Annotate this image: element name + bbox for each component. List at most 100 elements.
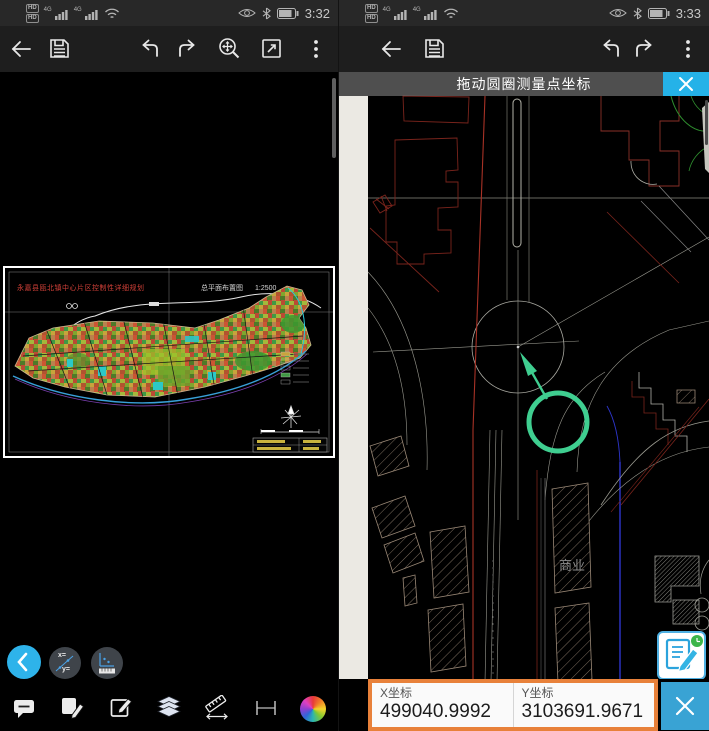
distance-tool-button[interactable] [252, 695, 280, 723]
redo-button[interactable] [175, 36, 201, 62]
top-toolbar [0, 26, 338, 72]
layers-icon [156, 695, 182, 721]
measure-hint-banner: 拖动圆圈测量点坐标 [339, 72, 709, 96]
fullscreen-icon [259, 36, 285, 62]
edit-tool-button[interactable] [107, 695, 135, 723]
scrollbar[interactable] [705, 100, 708, 145]
wifi-icon [443, 7, 459, 19]
collapse-panel-button[interactable] [7, 645, 41, 679]
network-type-label: 4G [44, 7, 52, 13]
status-bar: HD HD 4G 4G 3:33 [339, 0, 709, 26]
overflow-menu-button[interactable] [303, 36, 329, 62]
signal-bars-icon [54, 7, 69, 20]
undo-button[interactable] [137, 36, 163, 62]
comment-tool-button[interactable] [10, 695, 38, 723]
bluetooth-icon [262, 7, 271, 20]
hd-badge-icon: HD HD [26, 4, 39, 23]
undo-icon [137, 36, 163, 62]
network-type-label: 4G [74, 7, 82, 13]
note-tool-button[interactable] [58, 695, 86, 723]
axis-ruler-icon [91, 647, 123, 679]
measure-tool-button[interactable] [203, 695, 231, 723]
undo-button[interactable] [598, 36, 624, 62]
network-type-label: 4G [413, 7, 421, 13]
map-plan-label: 总平面布置图 [201, 283, 243, 292]
network-type-label: 4G [383, 7, 391, 13]
zone-label: 商业 [559, 558, 585, 573]
close-icon [663, 72, 709, 96]
chevron-left-icon [7, 645, 41, 679]
status-bar: HD HD 4G 4G 3:32 [0, 0, 338, 26]
hd-badge: HD [26, 14, 39, 23]
redo-icon [175, 36, 201, 62]
span-distance-icon [253, 695, 279, 721]
eye-comfort-icon [238, 7, 256, 19]
note-pencil-badge-icon [659, 633, 704, 678]
bluetooth-icon [633, 7, 642, 20]
redo-button[interactable] [632, 36, 658, 62]
ruler-measure-icon [204, 695, 230, 721]
map-scale-label: 1:2500 [255, 285, 277, 292]
cad-canvas-overview[interactable]: 永嘉县瓯北镇中心片区控制性详细规划 总平面布置图 1:2500 [0, 72, 338, 686]
layers-button[interactable] [155, 695, 183, 723]
title-block [253, 438, 327, 452]
status-left-icons: HD HD 4G 4G [26, 4, 120, 23]
annotation-note-button[interactable] [657, 631, 706, 680]
signal-bars-icon [423, 7, 438, 20]
banner-close-button[interactable] [663, 72, 709, 96]
battery-icon [648, 8, 670, 19]
measure-close-button[interactable] [661, 682, 709, 730]
color-picker-button[interactable] [300, 695, 328, 723]
redo-icon [632, 36, 658, 62]
y-coordinate-cell: Y坐标 3103691.9671 [513, 683, 655, 727]
signal-bars-icon [84, 7, 99, 20]
save-icon [422, 36, 448, 62]
status-right-icons: 3:32 [238, 6, 330, 21]
clock: 3:33 [676, 6, 701, 21]
cad-drawing[interactable]: 商业 [339, 0, 709, 731]
kebab-menu-icon [675, 36, 701, 62]
map-title: 永嘉县瓯北镇中心片区控制性详细规划 [17, 283, 145, 292]
save-button[interactable] [47, 36, 73, 62]
hd-badge: HD [365, 14, 378, 23]
y-coordinate-label: Y坐标 [522, 686, 655, 700]
top-toolbar [339, 26, 709, 72]
hd-badge: HD [365, 4, 378, 13]
x-coordinate-cell: X坐标 499040.9992 [372, 683, 513, 727]
measure-circle-handle[interactable] [529, 393, 587, 451]
zoom-extents-button[interactable] [217, 36, 243, 62]
banner-text: 拖动圆圈测量点坐标 [457, 74, 592, 94]
measure-arrow-icon [520, 352, 547, 399]
eye-comfort-icon [609, 7, 627, 19]
undo-icon [598, 36, 624, 62]
back-button[interactable] [378, 36, 404, 62]
signal-bars-icon [393, 7, 408, 20]
dual-screenshot: HD HD 4G 4G 3:32 [0, 0, 709, 731]
kebab-menu-icon [303, 36, 329, 62]
back-arrow-icon [8, 36, 34, 62]
back-button[interactable] [8, 36, 34, 62]
coordinate-readout-panel: X坐标 499040.9992 Y坐标 3103691.9671 [339, 679, 709, 731]
axis-measure-tool-button[interactable] [91, 647, 123, 679]
save-button[interactable] [422, 36, 448, 62]
overflow-menu-button[interactable] [675, 36, 701, 62]
x-coordinate-label: X坐标 [380, 686, 513, 700]
color-wheel-icon [300, 696, 326, 722]
coordinate-box: X坐标 499040.9992 Y坐标 3103691.9671 [368, 679, 658, 731]
y-coordinate-value: 3103691.9671 [522, 700, 655, 724]
scrollbar[interactable] [332, 78, 336, 158]
coordinate-tool-button[interactable]: x= y= [49, 647, 81, 679]
close-icon [661, 682, 709, 730]
fullscreen-button[interactable] [259, 36, 285, 62]
hd-badge-icon: HD HD [365, 4, 378, 23]
hd-badge: HD [26, 4, 39, 13]
x-equals-label: x= [58, 652, 66, 659]
edit-square-pencil-icon [108, 695, 134, 721]
save-icon [47, 36, 73, 62]
y-equals-label: y= [62, 666, 70, 673]
zoom-extents-icon [217, 36, 243, 62]
status-right-icons: 3:33 [609, 6, 701, 21]
comment-bubble-icon [11, 695, 37, 721]
map-thumbnail[interactable]: 永嘉县瓯北镇中心片区控制性详细规划 总平面布置图 1:2500 [3, 266, 335, 458]
right-phone-screen: 商业 HD HD [339, 0, 709, 731]
